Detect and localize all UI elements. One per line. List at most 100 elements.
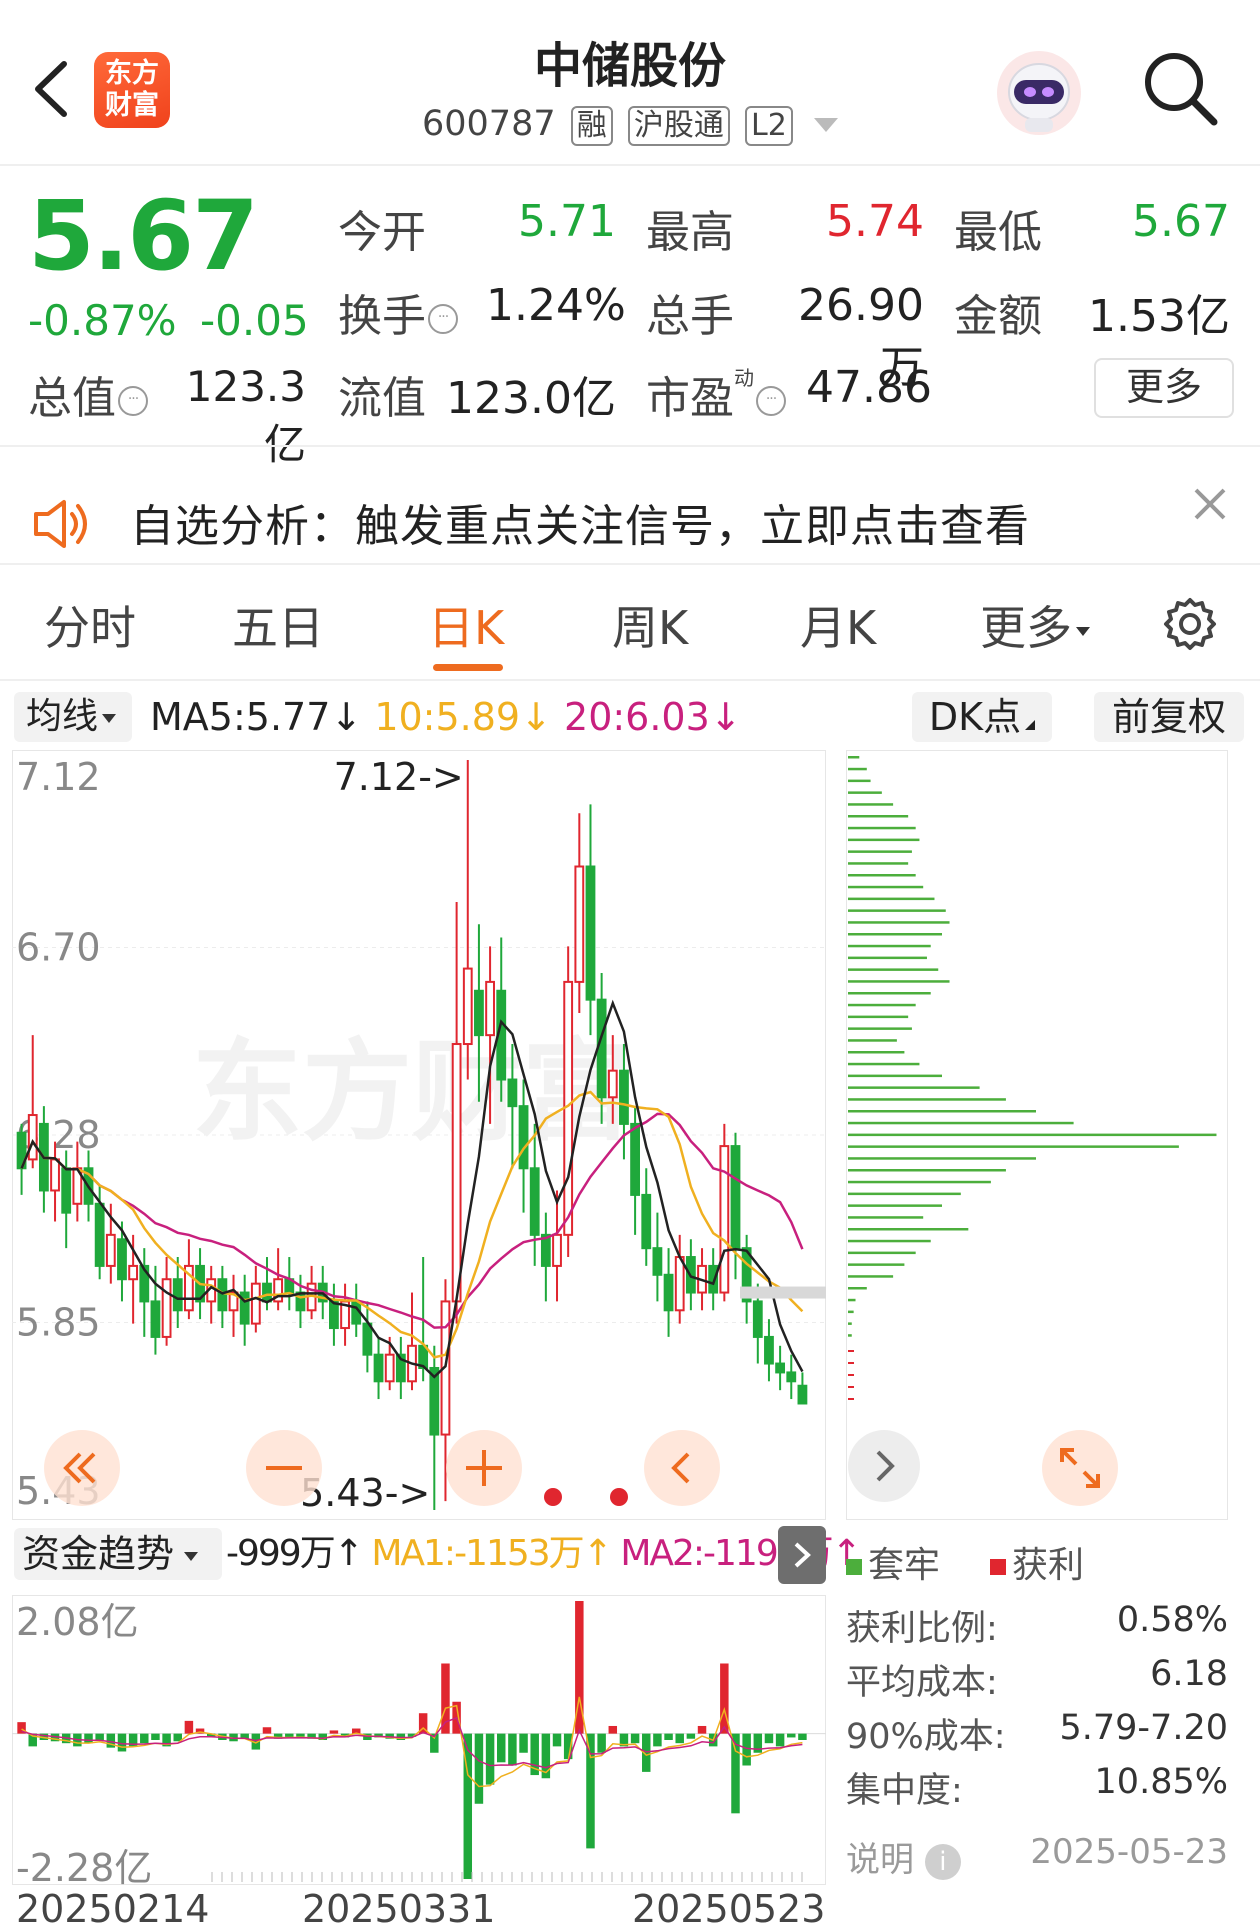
tag-hk-connect: 沪股通 <box>627 106 730 146</box>
legend-swatch <box>990 1559 1006 1575</box>
zoom-in-button[interactable] <box>446 1430 522 1506</box>
candle-body <box>485 980 495 1037</box>
volume-label: 总手 <box>646 291 734 342</box>
back-arrow-icon[interactable] <box>28 54 74 124</box>
candle-body <box>50 1158 60 1192</box>
info-icon[interactable]: ··· <box>428 304 458 334</box>
concentration-value: 10.85% <box>1094 1762 1228 1802</box>
flow-bar <box>675 1733 684 1744</box>
fund-flow-ma1: MA1:-1153万 <box>371 1533 584 1574</box>
tab-five-day[interactable]: 五日 <box>232 592 324 658</box>
chevron-right-icon <box>876 1450 895 1482</box>
y-tick-label: 7.12 <box>16 755 101 799</box>
chip-bar <box>848 779 871 783</box>
chip-bar <box>848 1204 942 1207</box>
chip-bar <box>848 1074 942 1078</box>
chip-bar <box>848 1275 894 1278</box>
flow-bar <box>262 1727 272 1734</box>
minus-icon <box>266 1466 302 1470</box>
price-adjust-button[interactable]: 前复权 <box>1094 692 1244 742</box>
prev-button[interactable] <box>644 1430 720 1506</box>
pe-label[interactable]: 市盈动··· <box>646 362 786 426</box>
chip-bar <box>848 921 950 924</box>
kline-chart[interactable]: 7.126.706.285.855.43东方财富7.12->5.43-> <box>12 750 826 1520</box>
chip-bar <box>848 1015 909 1019</box>
app-logo[interactable]: 东方财富 <box>94 52 170 128</box>
next-button[interactable] <box>848 1430 920 1502</box>
chip-bar <box>848 1051 905 1054</box>
ai-robot-icon[interactable] <box>992 46 1086 140</box>
chip-bar <box>848 1216 924 1219</box>
flow-bar <box>151 1733 160 1740</box>
candle-body <box>797 1384 808 1405</box>
indicator-select[interactable]: 均线 <box>14 692 132 742</box>
chip-bar <box>848 791 882 794</box>
chip-distribution-chart[interactable] <box>846 750 1228 1520</box>
candle-body <box>161 1278 172 1338</box>
fund-flow-chart[interactable]: 2.08亿-2.28亿 <box>12 1590 826 1890</box>
chip-bar <box>848 850 912 853</box>
divider <box>0 563 1260 565</box>
settings-gear-icon[interactable] <box>1160 594 1220 654</box>
ma5-value: MA5:5.77 <box>150 695 331 739</box>
fund-trend-select[interactable]: 资金趋势 <box>14 1528 222 1580</box>
flow-bar <box>497 1733 506 1763</box>
candle-body <box>529 1167 540 1236</box>
next-indicator-button[interactable] <box>778 1526 826 1584</box>
candle-body <box>641 1193 652 1250</box>
search-icon[interactable] <box>1140 48 1220 128</box>
tab-more[interactable]: 更多 <box>980 592 1090 658</box>
notice-text[interactable]: 自选分析：触发重点关注信号，立即点击查看 <box>130 490 1030 554</box>
info-icon[interactable]: ··· <box>756 386 786 416</box>
turnover-label[interactable]: 换手 ··· <box>338 280 458 344</box>
chip-bar <box>848 1157 1036 1160</box>
pe-superscript: 动 <box>734 366 754 390</box>
flow-bar <box>697 1725 707 1734</box>
active-tab-indicator <box>433 664 503 671</box>
last-price: 5.67 <box>28 180 259 292</box>
chip-bar <box>848 956 927 960</box>
tab-intraday[interactable]: 分时 <box>44 592 136 658</box>
market-cap-label-text: 总值 <box>28 373 116 424</box>
candle-body <box>217 1278 228 1312</box>
market-cap-label[interactable]: 总值 ··· <box>28 362 148 426</box>
divider <box>0 679 1260 681</box>
fund-trend-label: 资金趋势 <box>22 1532 175 1576</box>
rewind-button[interactable] <box>44 1430 120 1506</box>
stock-code-row[interactable]: 600787 融 沪股通 L2 <box>380 104 880 146</box>
more-quote-button[interactable]: 更多 <box>1094 358 1234 418</box>
close-icon[interactable] <box>1192 486 1228 522</box>
zoom-out-button[interactable] <box>246 1430 322 1506</box>
chevron-left-icon <box>671 1452 690 1484</box>
flow-bar <box>508 1733 517 1766</box>
candle-body <box>462 967 473 1046</box>
tab-monthly-k[interactable]: 月K <box>800 592 876 658</box>
flow-bar <box>664 1733 673 1740</box>
flow-bar <box>775 1733 785 1747</box>
expand-button[interactable] <box>1042 1430 1118 1506</box>
tab-weekly-k[interactable]: 周K <box>612 592 688 658</box>
candle-body <box>362 1322 373 1356</box>
candle-body <box>674 1256 685 1312</box>
flow-bar <box>630 1733 640 1744</box>
y-tick-label: 6.70 <box>16 926 101 970</box>
tab-daily-k[interactable]: 日K <box>428 592 504 658</box>
profit-ratio-label: 获利比例: <box>846 1609 998 1649</box>
ma20-value: 20:6.03 <box>564 695 710 739</box>
float-cap-label: 流值 <box>338 373 426 424</box>
flow-ma2-line <box>21 1716 803 1769</box>
chip-bar <box>848 1239 931 1243</box>
candle-body <box>752 1300 763 1338</box>
dk-point-button[interactable]: DK点 <box>912 692 1052 742</box>
chip-bar <box>848 1121 1074 1125</box>
double-chevron-left-icon <box>63 1452 96 1484</box>
chip-bar <box>848 767 867 771</box>
flow-bar <box>485 1733 495 1785</box>
float-cap-value: 123.0亿 <box>446 373 616 424</box>
info-icon[interactable]: ··· <box>118 386 148 416</box>
chevron-down-icon[interactable] <box>813 118 838 132</box>
explain-link[interactable]: 说明 i <box>846 1832 961 1881</box>
high-value: 5.74 <box>826 196 924 247</box>
candle-body <box>619 1069 629 1125</box>
chip-bar-profit <box>848 1398 854 1400</box>
